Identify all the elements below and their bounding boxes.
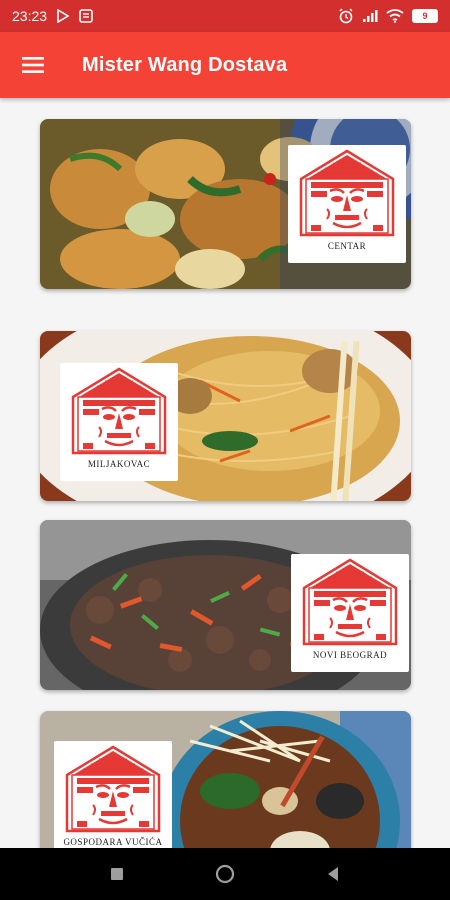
restaurant-label: GOSPODARA VUČIĆA (63, 837, 163, 847)
restaurant-logo: CENTAR (288, 145, 406, 263)
home-circle-icon[interactable] (210, 859, 240, 889)
wang-logo-icon (297, 149, 397, 239)
alarm-icon (338, 8, 354, 24)
wang-logo-icon (300, 558, 400, 648)
recents-square-icon[interactable] (102, 859, 132, 889)
notification-icon (79, 9, 93, 23)
system-nav-bar (0, 848, 450, 900)
restaurant-label: MILJAKOVAC (87, 459, 151, 469)
restaurant-label: NOVI BEOGRAD (312, 650, 388, 660)
restaurant-list[interactable]: CENTAR MILJAKOVAC NOVI BEOGRAD GOSPODARA… (0, 98, 450, 848)
signal-icon (362, 9, 378, 23)
restaurant-label: CENTAR (327, 241, 367, 251)
status-time: 23:23 (12, 8, 48, 24)
restaurant-logo: MILJAKOVAC (60, 363, 178, 481)
hamburger-menu-icon[interactable] (0, 32, 66, 98)
battery-icon: 9 (412, 9, 438, 23)
wang-logo-icon (63, 745, 163, 835)
restaurant-card-gospodara-vucica[interactable]: GOSPODARA VUČIĆA (40, 711, 411, 848)
restaurant-logo: GOSPODARA VUČIĆA (54, 741, 172, 848)
wifi-icon (386, 9, 404, 23)
restaurant-logo: NOVI BEOGRAD (291, 554, 409, 672)
restaurant-card-novi-beograd[interactable]: NOVI BEOGRAD (40, 520, 411, 690)
play-store-icon (57, 9, 70, 23)
back-triangle-icon[interactable] (318, 859, 348, 889)
restaurant-card-miljakovac[interactable]: MILJAKOVAC (40, 331, 411, 501)
restaurant-card-centar[interactable]: CENTAR (40, 119, 411, 289)
app-title: Mister Wang Dostava (82, 53, 288, 76)
status-bar: 23:23 9 (0, 0, 450, 32)
app-bar: Mister Wang Dostava (0, 32, 450, 98)
wang-logo-icon (69, 367, 169, 457)
